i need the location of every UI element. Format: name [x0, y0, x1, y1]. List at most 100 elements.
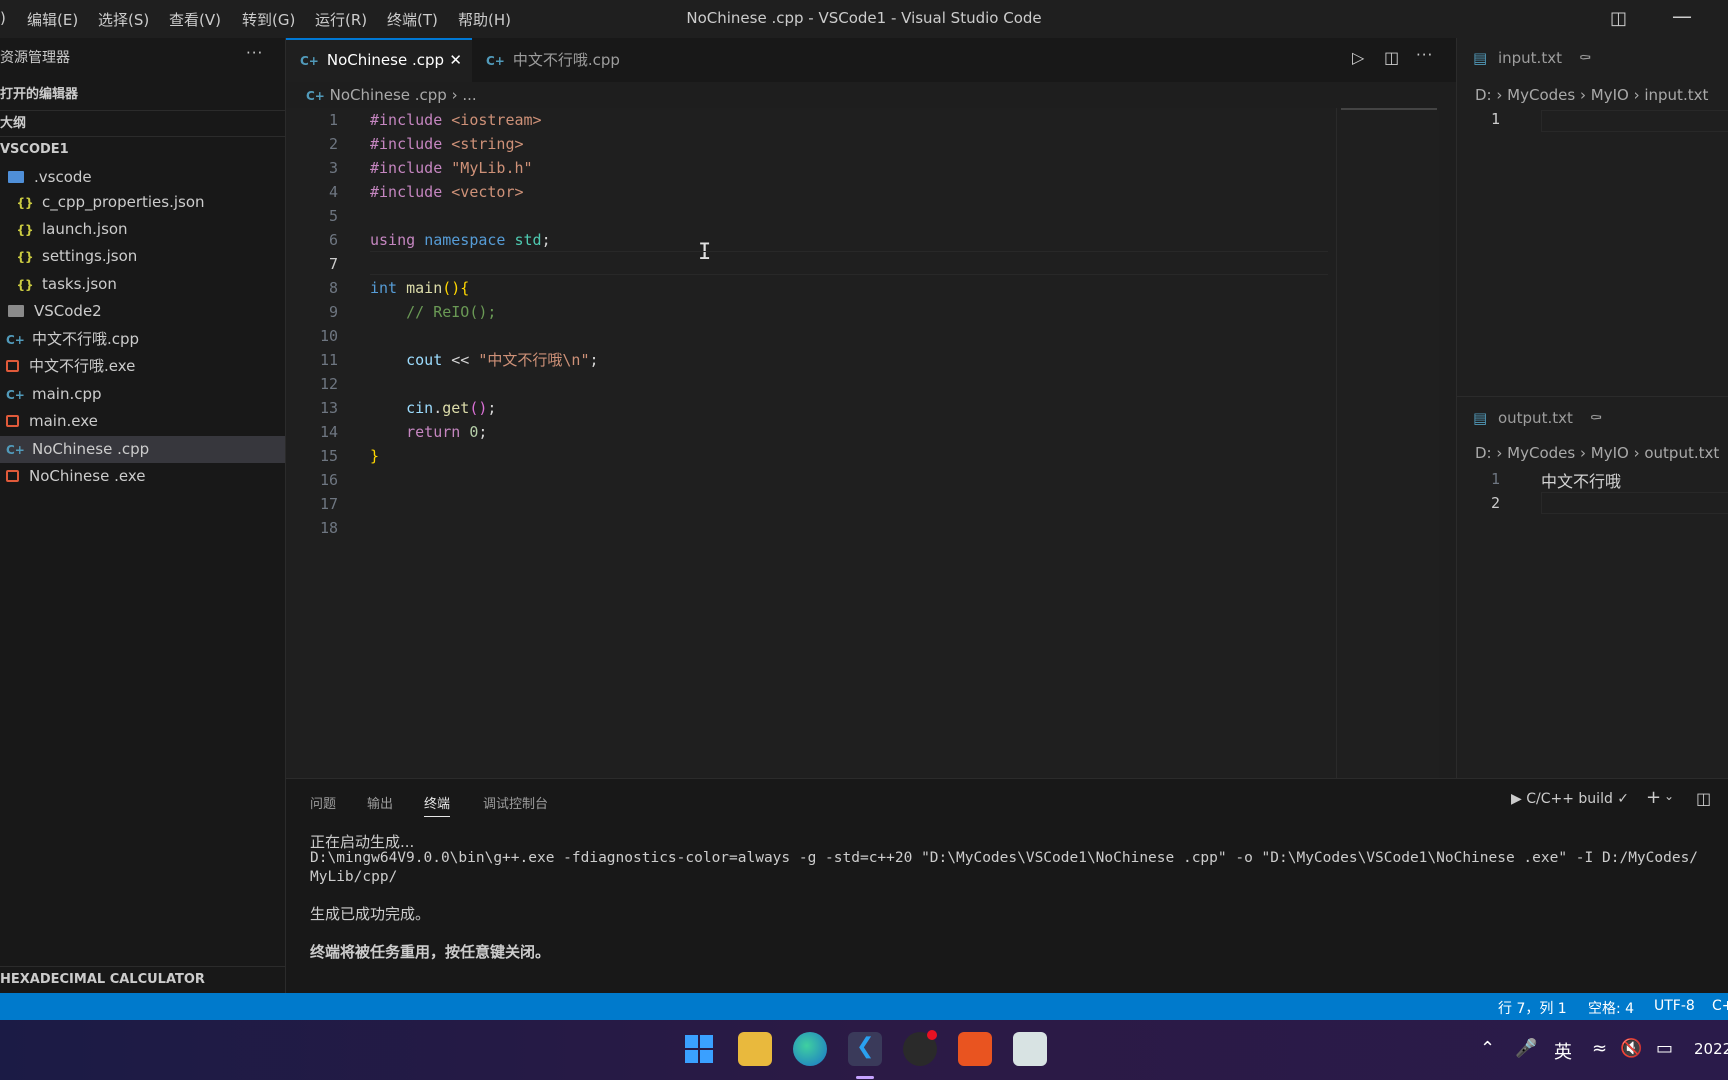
breadcrumb-symbol[interactable]: ... [462, 86, 476, 104]
volume-muted-icon[interactable]: 🔇 [1620, 1038, 1642, 1059]
tree-item-chinese-cpp[interactable]: C+ 中文不行哦.cpp [0, 326, 285, 353]
terminal-line: 生成已成功完成。 [310, 905, 431, 923]
tree-item-nochinese-cpp[interactable]: C+ NoChinese .cpp [0, 436, 285, 463]
cpp-file-icon: C+ [6, 388, 25, 402]
line-number: 15 [319, 447, 338, 465]
json-file-icon: {} [16, 250, 34, 264]
code-editor[interactable]: 1 #include <iostream> 2 #include <string> … [286, 108, 1439, 778]
terminal-app-icon[interactable] [1013, 1032, 1047, 1066]
tree-item-main-cpp[interactable]: C+ main.cpp [0, 381, 285, 408]
tab-output-txt[interactable]: ▤ output.txt ⚰ [1473, 398, 1602, 438]
code-line[interactable]: } [370, 444, 379, 468]
tree-item-c-cpp-properties[interactable]: {} c_cpp_properties.json [0, 189, 285, 216]
terminal-icon: ▶ [1511, 791, 1522, 807]
encoding[interactable]: UTF-8 [1654, 998, 1695, 1014]
cursor-position[interactable]: 行 7，列 1 [1498, 998, 1567, 1018]
clock[interactable]: 2022 [1694, 1040, 1728, 1058]
tab-input-txt[interactable]: ▤ input.txt ⚰ [1473, 38, 1591, 78]
tree-item-nochinese-exe[interactable]: NoChinese .exe [0, 463, 285, 490]
terminal-line: MyLib/cpp/ [310, 869, 398, 885]
line-number: 10 [319, 327, 338, 345]
code-line[interactable]: int main(){ [370, 276, 469, 300]
section-hex-calculator[interactable]: HEXADECIMAL CALCULATOR [0, 966, 285, 993]
folder-icon [8, 305, 24, 317]
split-terminal-icon[interactable]: ◫ [1696, 789, 1711, 808]
code-line[interactable]: #include <iostream> [370, 108, 542, 132]
close-tab-icon[interactable]: ✕ [449, 40, 462, 80]
pin-icon[interactable]: ⚰ [1579, 49, 1592, 67]
code-line[interactable]: using namespace std; [370, 228, 551, 252]
tree-item-chinese-exe[interactable]: 中文不行哦.exe [0, 353, 285, 380]
title-bar: ) 编辑(E) 选择(S) 查看(V) 转到(G) 运行(R) 终端(T) 帮助… [0, 0, 1728, 38]
indentation[interactable]: 空格: 4 [1588, 998, 1634, 1018]
tab-nochinese-cpp[interactable]: C+ NoChinese .cpp ✕ [286, 38, 472, 82]
file-icon: ▤ [1473, 49, 1488, 67]
code-line[interactable]: #include <string> [370, 132, 524, 156]
terminal-line: 终端将被任务重用，按任意键关闭。 [310, 943, 551, 961]
tab-debug-console[interactable]: 调试控制台 [483, 793, 548, 812]
exe-file-icon [6, 415, 19, 427]
chevron-down-icon[interactable]: ⌄ [1664, 789, 1674, 803]
split-editor-icon[interactable]: ◫ [1384, 48, 1399, 67]
breadcrumb-output: D: › MyCodes › MyIO › output.txt [1475, 444, 1720, 462]
more-actions-icon[interactable]: ··· [1416, 46, 1433, 64]
tab-chinese-cpp[interactable]: C+ 中文不行哦.cpp [472, 38, 646, 82]
file-explorer-icon[interactable] [738, 1032, 772, 1066]
ubuntu-icon[interactable] [958, 1032, 992, 1066]
section-workspace[interactable]: VSCODE1 [0, 136, 285, 163]
terminal-line: D:\mingw64V9.0.0\bin\g++.exe -fdiagnosti… [310, 850, 1699, 866]
tree-item-vscode2-folder[interactable]: VSCode2 [0, 298, 285, 325]
line-number: 11 [319, 351, 338, 369]
line-number: 6 [328, 231, 338, 249]
tree-item-main-exe[interactable]: main.exe [0, 408, 285, 435]
code-line[interactable]: return 0; [370, 420, 487, 444]
code-line[interactable]: #include <vector> [370, 180, 524, 204]
add-terminal-icon[interactable]: + [1646, 787, 1661, 808]
terminal-selector[interactable]: ▶ C/C++ build ✓ [1511, 791, 1629, 807]
minimize-icon[interactable]: — [1672, 4, 1692, 28]
line-number: 7 [328, 255, 338, 273]
code-line[interactable]: #include "MyLib.h" [370, 156, 533, 180]
breadcrumb-input: D: › MyCodes › MyIO › input.txt [1475, 86, 1709, 104]
line-number: 14 [319, 423, 338, 441]
notification-badge [927, 1030, 937, 1040]
run-icon[interactable]: ▷ [1352, 48, 1364, 67]
line-number: 2 [1491, 494, 1501, 512]
input-current-line[interactable] [1541, 110, 1728, 132]
cpp-file-icon: C+ [306, 89, 325, 103]
tab-output[interactable]: 输出 [367, 793, 393, 812]
more-actions-icon[interactable]: ··· [246, 44, 263, 62]
pin-icon[interactable]: ⚰ [1590, 409, 1603, 427]
ime-indicator[interactable]: 英 [1554, 1038, 1572, 1064]
line-number: 9 [328, 303, 338, 321]
output-current-line[interactable] [1541, 492, 1728, 514]
line-number: 5 [328, 207, 338, 225]
language-mode[interactable]: C++ [1712, 998, 1728, 1014]
tree-item-settings-json[interactable]: {} settings.json [0, 243, 285, 270]
json-file-icon: {} [16, 223, 34, 237]
microphone-icon[interactable]: 🎤 [1515, 1038, 1537, 1059]
code-line[interactable]: // ReIO(); [370, 300, 496, 324]
vscode-icon[interactable]: ❮ [848, 1032, 882, 1066]
tree-item-vscode-folder[interactable]: .vscode [0, 164, 285, 191]
code-line[interactable]: cout << "中文不行哦\n"; [370, 348, 598, 372]
tree-item-launch-json[interactable]: {} launch.json [0, 216, 285, 243]
output-line-text[interactable]: 中文不行哦 [1541, 468, 1621, 492]
layout-icon[interactable]: ◫ [1610, 8, 1627, 29]
breadcrumb: C+ NoChinese .cpp › ... [286, 82, 477, 108]
tree-item-tasks-json[interactable]: {} tasks.json [0, 271, 285, 298]
tab-problems[interactable]: 问题 [310, 793, 336, 812]
breadcrumb-file[interactable]: NoChinese .cpp [330, 86, 447, 104]
tab-terminal[interactable]: 终端 [424, 793, 451, 817]
chevron-up-icon[interactable]: ⌃ [1480, 1038, 1495, 1059]
section-outline[interactable]: 大纲 [0, 110, 285, 137]
edge-icon[interactable] [793, 1032, 827, 1066]
wifi-icon[interactable]: ≈ [1592, 1038, 1607, 1059]
section-open-editors[interactable]: 打开的编辑器 [0, 82, 285, 108]
battery-icon[interactable]: ▭ [1656, 1038, 1673, 1059]
start-icon[interactable] [682, 1032, 716, 1066]
code-line[interactable]: cin.get(); [370, 396, 496, 420]
minimap[interactable] [1336, 108, 1439, 778]
line-number: 17 [319, 495, 338, 513]
obs-icon[interactable] [903, 1030, 937, 1066]
